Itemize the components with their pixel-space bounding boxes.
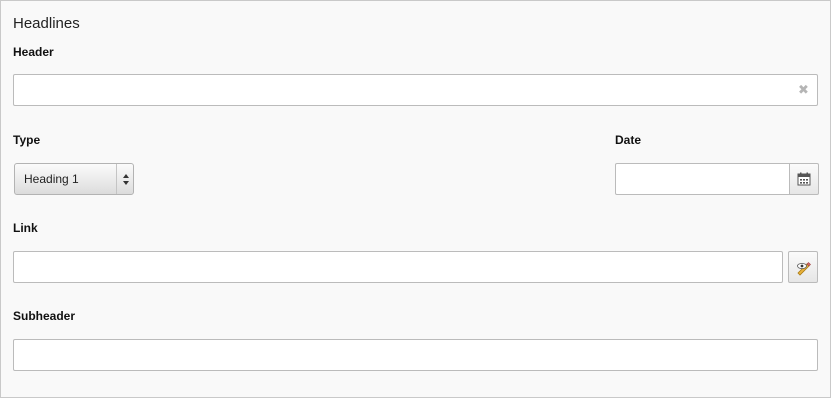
- type-label: Type: [13, 133, 41, 147]
- date-picker-button[interactable]: [789, 163, 819, 195]
- select-arrows-icon: [123, 174, 129, 185]
- header-input[interactable]: [13, 74, 818, 106]
- header-label: Header: [13, 45, 54, 59]
- select-divider: [116, 164, 117, 194]
- subheader-input[interactable]: [13, 339, 818, 371]
- date-input[interactable]: [615, 163, 790, 195]
- link-label: Link: [13, 221, 38, 235]
- calendar-icon: [797, 172, 811, 186]
- type-select-value: Heading 1: [24, 172, 79, 186]
- link-wizard-icon: [797, 262, 811, 276]
- close-icon[interactable]: ✖: [798, 83, 809, 96]
- section-title: Headlines: [13, 15, 80, 32]
- headlines-panel: Headlines Header ✖ Type Heading 1 Date L…: [0, 0, 831, 398]
- type-select[interactable]: Heading 1: [14, 163, 134, 195]
- link-wizard-button[interactable]: [788, 251, 818, 283]
- subheader-label: Subheader: [13, 309, 76, 323]
- link-input[interactable]: [13, 251, 783, 283]
- date-label: Date: [615, 133, 642, 147]
